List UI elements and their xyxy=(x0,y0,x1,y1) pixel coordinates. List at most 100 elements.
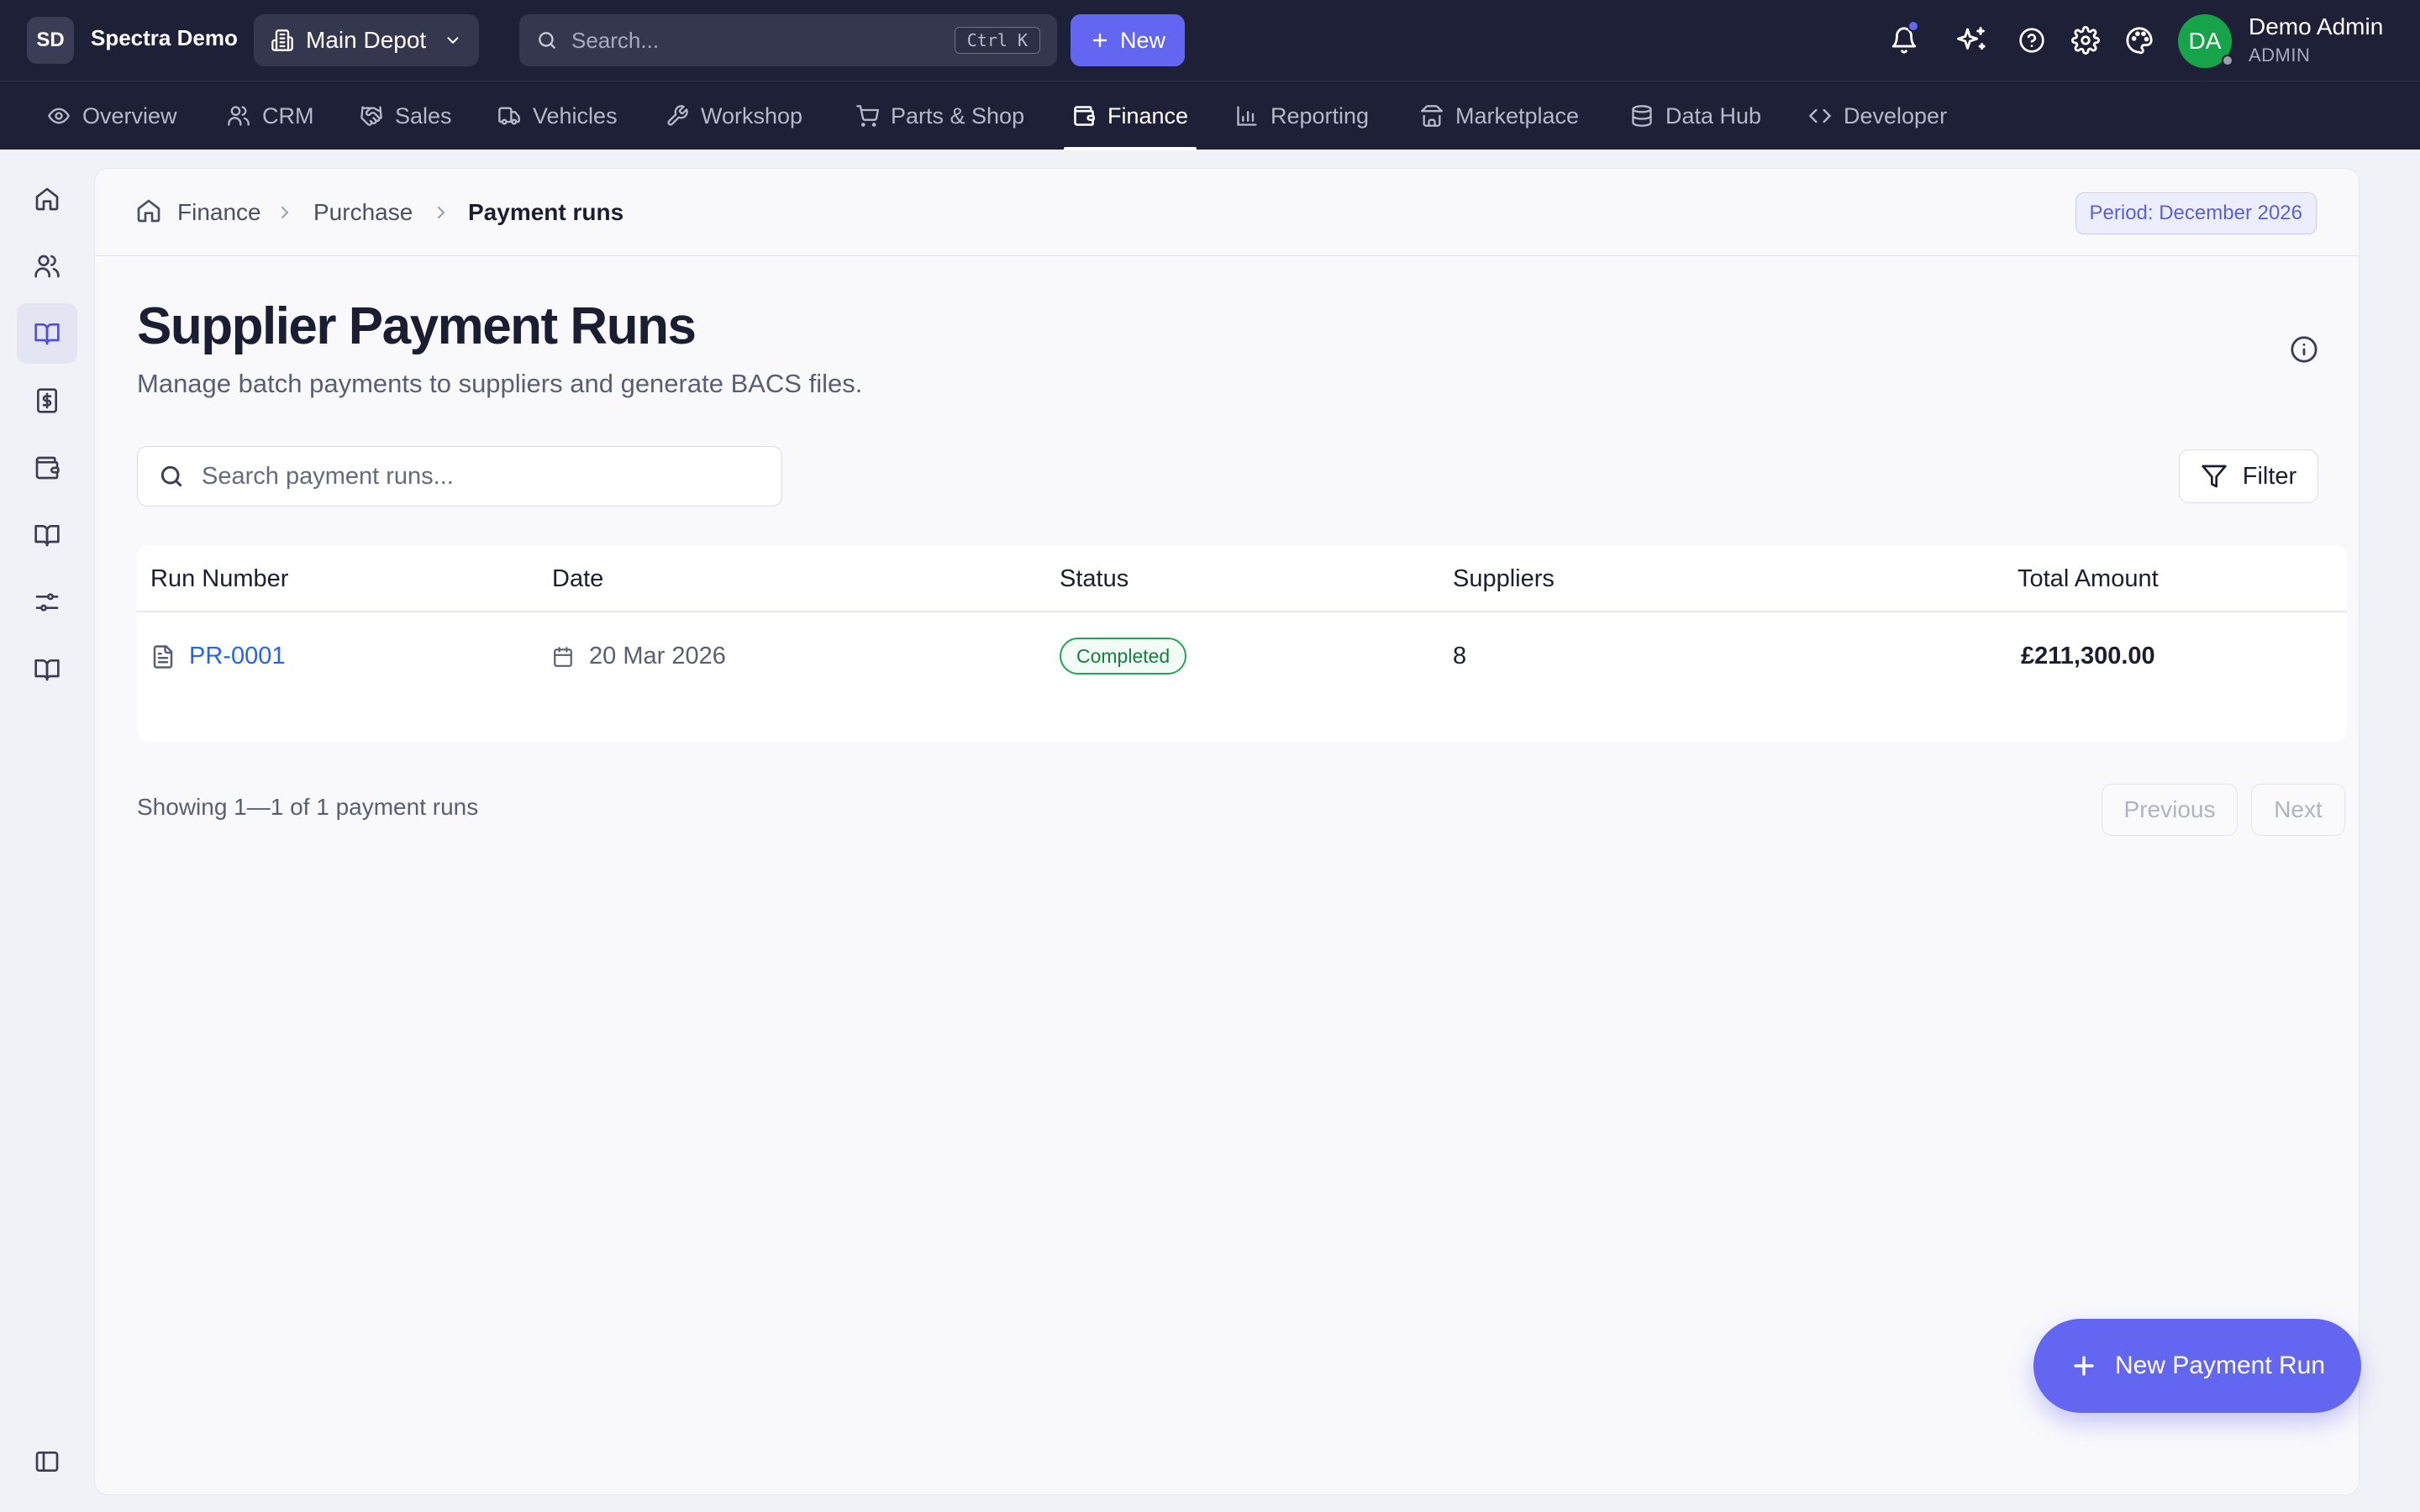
column-status[interactable]: Status xyxy=(1060,565,1128,593)
rail-docs[interactable] xyxy=(17,639,77,700)
page-subtitle: Manage batch payments to suppliers and g… xyxy=(137,369,863,398)
truck-icon xyxy=(497,104,521,128)
file-text-icon xyxy=(150,644,176,669)
handshake-icon xyxy=(360,104,383,128)
column-total-amount[interactable]: Total Amount xyxy=(2018,565,2159,593)
breadcrumb-payment-runs: Payment runs xyxy=(468,199,624,225)
help-button[interactable] xyxy=(2015,24,2049,57)
column-suppliers[interactable]: Suppliers xyxy=(1453,565,1555,593)
main-panel: Finance Purchase Payment runs Period: De… xyxy=(94,168,2360,1495)
previous-button[interactable]: Previous xyxy=(2102,784,2238,836)
book-open-icon xyxy=(34,522,60,549)
tab-label: Developer xyxy=(1844,102,1948,129)
user-role: ADMIN xyxy=(2249,45,2311,66)
theme-button[interactable] xyxy=(2123,24,2156,57)
calendar-icon xyxy=(552,646,574,668)
tab-workshop[interactable]: Workshop xyxy=(666,81,802,150)
status-badge: Completed xyxy=(1060,638,1187,675)
gear-icon xyxy=(2071,26,2100,55)
new-button[interactable]: New xyxy=(1071,14,1185,66)
rail-contacts[interactable] xyxy=(17,236,77,297)
filter-button[interactable]: Filter xyxy=(2179,449,2318,503)
tab-label: CRM xyxy=(262,102,314,129)
tab-data-hub[interactable]: Data Hub xyxy=(1630,81,1761,150)
period-badge[interactable]: Period: December 2026 xyxy=(2075,192,2317,234)
filter-icon xyxy=(2201,463,2228,490)
home-icon[interactable] xyxy=(135,197,162,224)
global-search-placeholder: Search... xyxy=(571,27,660,53)
rail-home[interactable] xyxy=(17,169,77,229)
run-date-text: 20 Mar 2026 xyxy=(589,643,726,669)
org-avatar[interactable]: SD xyxy=(27,17,74,64)
rail-journal[interactable] xyxy=(17,505,77,565)
help-circle-icon xyxy=(2018,27,2045,54)
rail-wallet[interactable] xyxy=(17,438,77,498)
sidebar-toggle-icon xyxy=(34,1448,60,1475)
book-open-icon xyxy=(34,320,60,347)
rail-collapse[interactable] xyxy=(17,1431,77,1492)
sparkles-icon xyxy=(1955,24,1987,56)
plus-icon xyxy=(1090,30,1110,50)
org-name[interactable]: Spectra Demo xyxy=(91,25,238,51)
ai-assistant-button[interactable] xyxy=(1954,24,1988,57)
run-number: PR-0001 xyxy=(189,643,286,669)
table-header: Run Number Date Status Suppliers Total A… xyxy=(137,545,2347,612)
search-icon xyxy=(158,463,185,490)
new-payment-run-button[interactable]: New Payment Run xyxy=(2033,1319,2361,1413)
tab-crm[interactable]: CRM xyxy=(227,81,314,150)
plus-icon xyxy=(2070,1352,2098,1380)
user-avatar[interactable]: DA xyxy=(2178,14,2233,68)
column-run-number[interactable]: Run Number xyxy=(150,565,288,593)
search-shortcut: Ctrl K xyxy=(954,27,1040,54)
module-nav: Overview CRM Sales Vehicles Workshop Par… xyxy=(0,81,2420,150)
column-date[interactable]: Date xyxy=(552,565,603,593)
breadcrumb-finance[interactable]: Finance xyxy=(177,199,261,226)
settings-button[interactable] xyxy=(2069,24,2102,57)
depot-selector[interactable]: Main Depot xyxy=(254,14,479,66)
payment-runs-table: Run Number Date Status Suppliers Total A… xyxy=(137,545,2347,742)
search-icon xyxy=(536,29,558,51)
tab-label: Marketplace xyxy=(1455,102,1580,129)
tab-parts-shop[interactable]: Parts & Shop xyxy=(855,81,1024,150)
home-icon xyxy=(34,186,60,213)
tab-developer[interactable]: Developer xyxy=(1808,81,1947,150)
next-button[interactable]: Next xyxy=(2251,784,2345,836)
rail-invoices[interactable] xyxy=(17,370,77,431)
breadcrumb-purchase[interactable]: Purchase xyxy=(313,199,413,226)
tab-sales[interactable]: Sales xyxy=(360,81,452,150)
tab-label: Finance xyxy=(1107,102,1189,129)
search-placeholder: Search payment runs... xyxy=(202,462,454,490)
wallet-icon xyxy=(1072,104,1096,128)
cart-icon xyxy=(855,104,879,128)
wrench-icon xyxy=(666,104,689,128)
tab-label: Sales xyxy=(395,102,452,129)
info-icon[interactable] xyxy=(2290,335,2318,364)
run-date: 20 Mar 2026 xyxy=(552,643,726,670)
filter-label: Filter xyxy=(2242,462,2297,490)
database-icon xyxy=(1630,104,1654,128)
rail-ledger[interactable] xyxy=(17,303,77,364)
store-icon xyxy=(1420,104,1444,128)
tab-finance[interactable]: Finance xyxy=(1063,81,1197,150)
book-open-icon xyxy=(34,656,60,683)
user-name[interactable]: Demo Admin xyxy=(2249,13,2383,40)
side-rail xyxy=(0,150,94,1512)
top-bar: SD Spectra Demo Main Depot Search... Ctr… xyxy=(0,0,2420,81)
chevron-right-icon xyxy=(431,202,451,223)
user-initials: DA xyxy=(2188,28,2222,54)
tab-marketplace[interactable]: Marketplace xyxy=(1420,81,1579,150)
chevron-down-icon xyxy=(444,31,462,50)
payment-runs-search-input[interactable]: Search payment runs... xyxy=(137,446,782,507)
global-search[interactable]: Search... Ctrl K xyxy=(519,14,1057,66)
breadcrumb: Finance Purchase Payment runs Period: De… xyxy=(95,169,2359,256)
receipt-dollar-icon xyxy=(34,387,60,414)
rail-settings[interactable] xyxy=(17,572,77,633)
tab-reporting[interactable]: Reporting xyxy=(1235,81,1369,150)
run-number-link[interactable]: PR-0001 xyxy=(150,643,285,670)
palette-icon xyxy=(2125,26,2154,55)
sliders-icon xyxy=(34,589,60,616)
page-title: Supplier Payment Runs xyxy=(137,297,697,355)
notifications-button[interactable] xyxy=(1887,20,1921,57)
tab-vehicles[interactable]: Vehicles xyxy=(497,81,618,150)
tab-overview[interactable]: Overview xyxy=(47,81,177,150)
